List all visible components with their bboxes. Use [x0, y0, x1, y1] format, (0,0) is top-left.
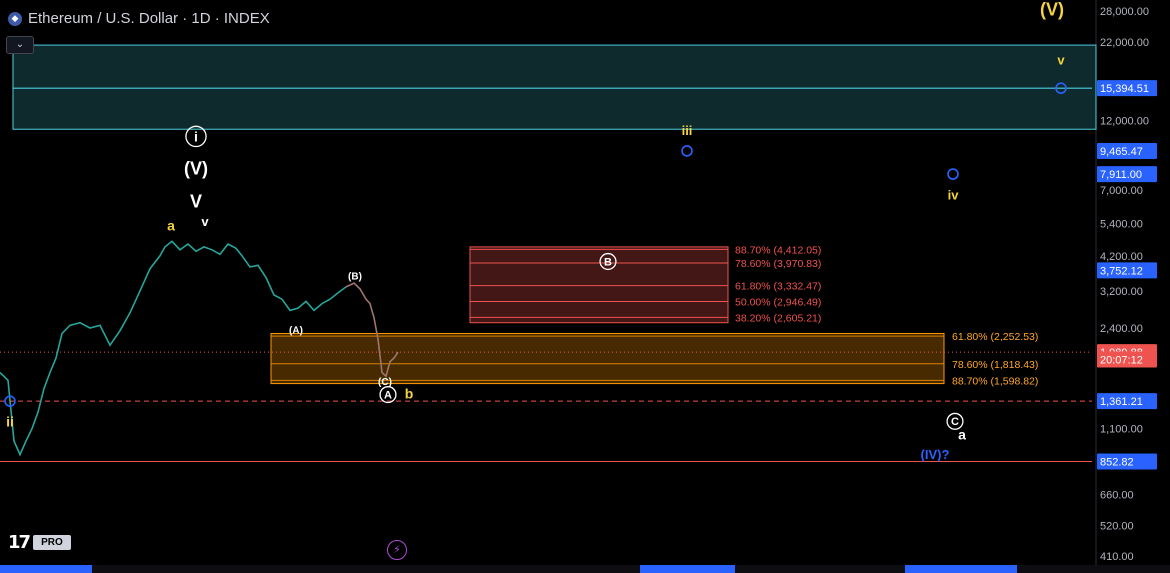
wave-label: v — [201, 214, 209, 229]
red-zone — [469, 246, 729, 324]
wave-label: a — [958, 427, 966, 443]
symbol-title: Ethereum / U.S. Dollar · 1D · INDEX — [28, 10, 270, 27]
tradingview-logo: 17 PRO — [8, 531, 71, 553]
fib-label: 78.60% (1,818.43) — [952, 359, 1038, 371]
fib-label: 50.00% (2,946.49) — [735, 297, 821, 309]
y-tick-label: 1,100.00 — [1100, 424, 1143, 436]
fib-label: 88.70% (4,412.05) — [735, 244, 821, 256]
teal-zone — [12, 44, 1097, 130]
collapse-button[interactable]: ⌄ — [6, 36, 34, 54]
price-tag-label: 9,465.47 — [1100, 146, 1143, 158]
y-tick-label: 7,000.00 — [1100, 185, 1143, 197]
time-axis-highlight — [640, 565, 735, 573]
fib-label: 88.70% (1,598.82) — [952, 375, 1038, 387]
time-axis-highlight — [0, 565, 92, 573]
lightning-icon[interactable]: ⚡ — [387, 540, 407, 560]
price-tag-label: 7,911.00 — [1100, 169, 1142, 181]
wave-label: i — [194, 128, 198, 144]
chart-title: ◆ Ethereum / U.S. Dollar · 1D · INDEX — [8, 10, 270, 27]
tv-logo-mark: 17 — [8, 531, 31, 553]
target-marker[interactable] — [681, 145, 693, 157]
orange-zone — [270, 332, 945, 385]
price-tag-label: 20:07:12 — [1100, 355, 1143, 367]
price-chart[interactable]: 88.70% (4,412.05) 78.60% (3,970.83) 61.80%… — [0, 0, 1170, 573]
target-marker[interactable] — [947, 168, 959, 180]
price-tag-label: 852.82 — [1100, 456, 1134, 468]
fib-label: 61.80% (3,332.47) — [735, 281, 821, 293]
wave-label: a — [167, 218, 175, 234]
y-tick-label: 660.00 — [1100, 490, 1134, 502]
wave-label: A — [384, 389, 392, 401]
wave-label: (IV)? — [921, 447, 950, 462]
y-tick-label: 5,400.00 — [1100, 218, 1143, 230]
ethereum-icon: ◆ — [8, 11, 22, 26]
wave-label: iv — [948, 187, 960, 202]
y-tick-label: 2,400.00 — [1100, 323, 1143, 335]
wave-label: B — [604, 256, 612, 268]
wave-label: ii — [6, 413, 14, 429]
fib-label: 61.80% (2,252.53) — [952, 331, 1038, 343]
wave-label: V — [190, 192, 202, 212]
wave-label: b — [405, 385, 414, 401]
y-tick-label: 12,000.00 — [1100, 115, 1149, 127]
pro-badge: PRO — [33, 534, 71, 550]
fib-label: 38.20% (2,605.21) — [735, 312, 821, 324]
y-tick-label: 520.00 — [1100, 520, 1134, 532]
y-tick-label: 3,200.00 — [1100, 286, 1143, 298]
wave-label: iii — [682, 123, 693, 138]
wave-label: (B) — [348, 271, 362, 282]
price-tag-label: 3,752.12 — [1100, 265, 1143, 277]
price-tag-label: 15,394.51 — [1100, 83, 1149, 95]
y-tick-label: 28,000.00 — [1100, 6, 1149, 18]
wave-label: (A) — [289, 325, 303, 336]
time-axis-highlight — [905, 565, 1017, 573]
y-tick-label: 4,200.00 — [1100, 251, 1143, 263]
y-tick-label: 410.00 — [1100, 551, 1134, 563]
chevron-down-icon: ⌄ — [15, 39, 25, 50]
wave-label: v — [1057, 52, 1065, 67]
wave-label: (V) — [1040, 0, 1064, 20]
y-tick-label: 22,000.00 — [1100, 37, 1149, 49]
wave-label: (V) — [184, 158, 208, 178]
price-tag-label: 1,361.21 — [1100, 396, 1143, 408]
fib-label: 78.60% (3,970.83) — [735, 258, 821, 270]
